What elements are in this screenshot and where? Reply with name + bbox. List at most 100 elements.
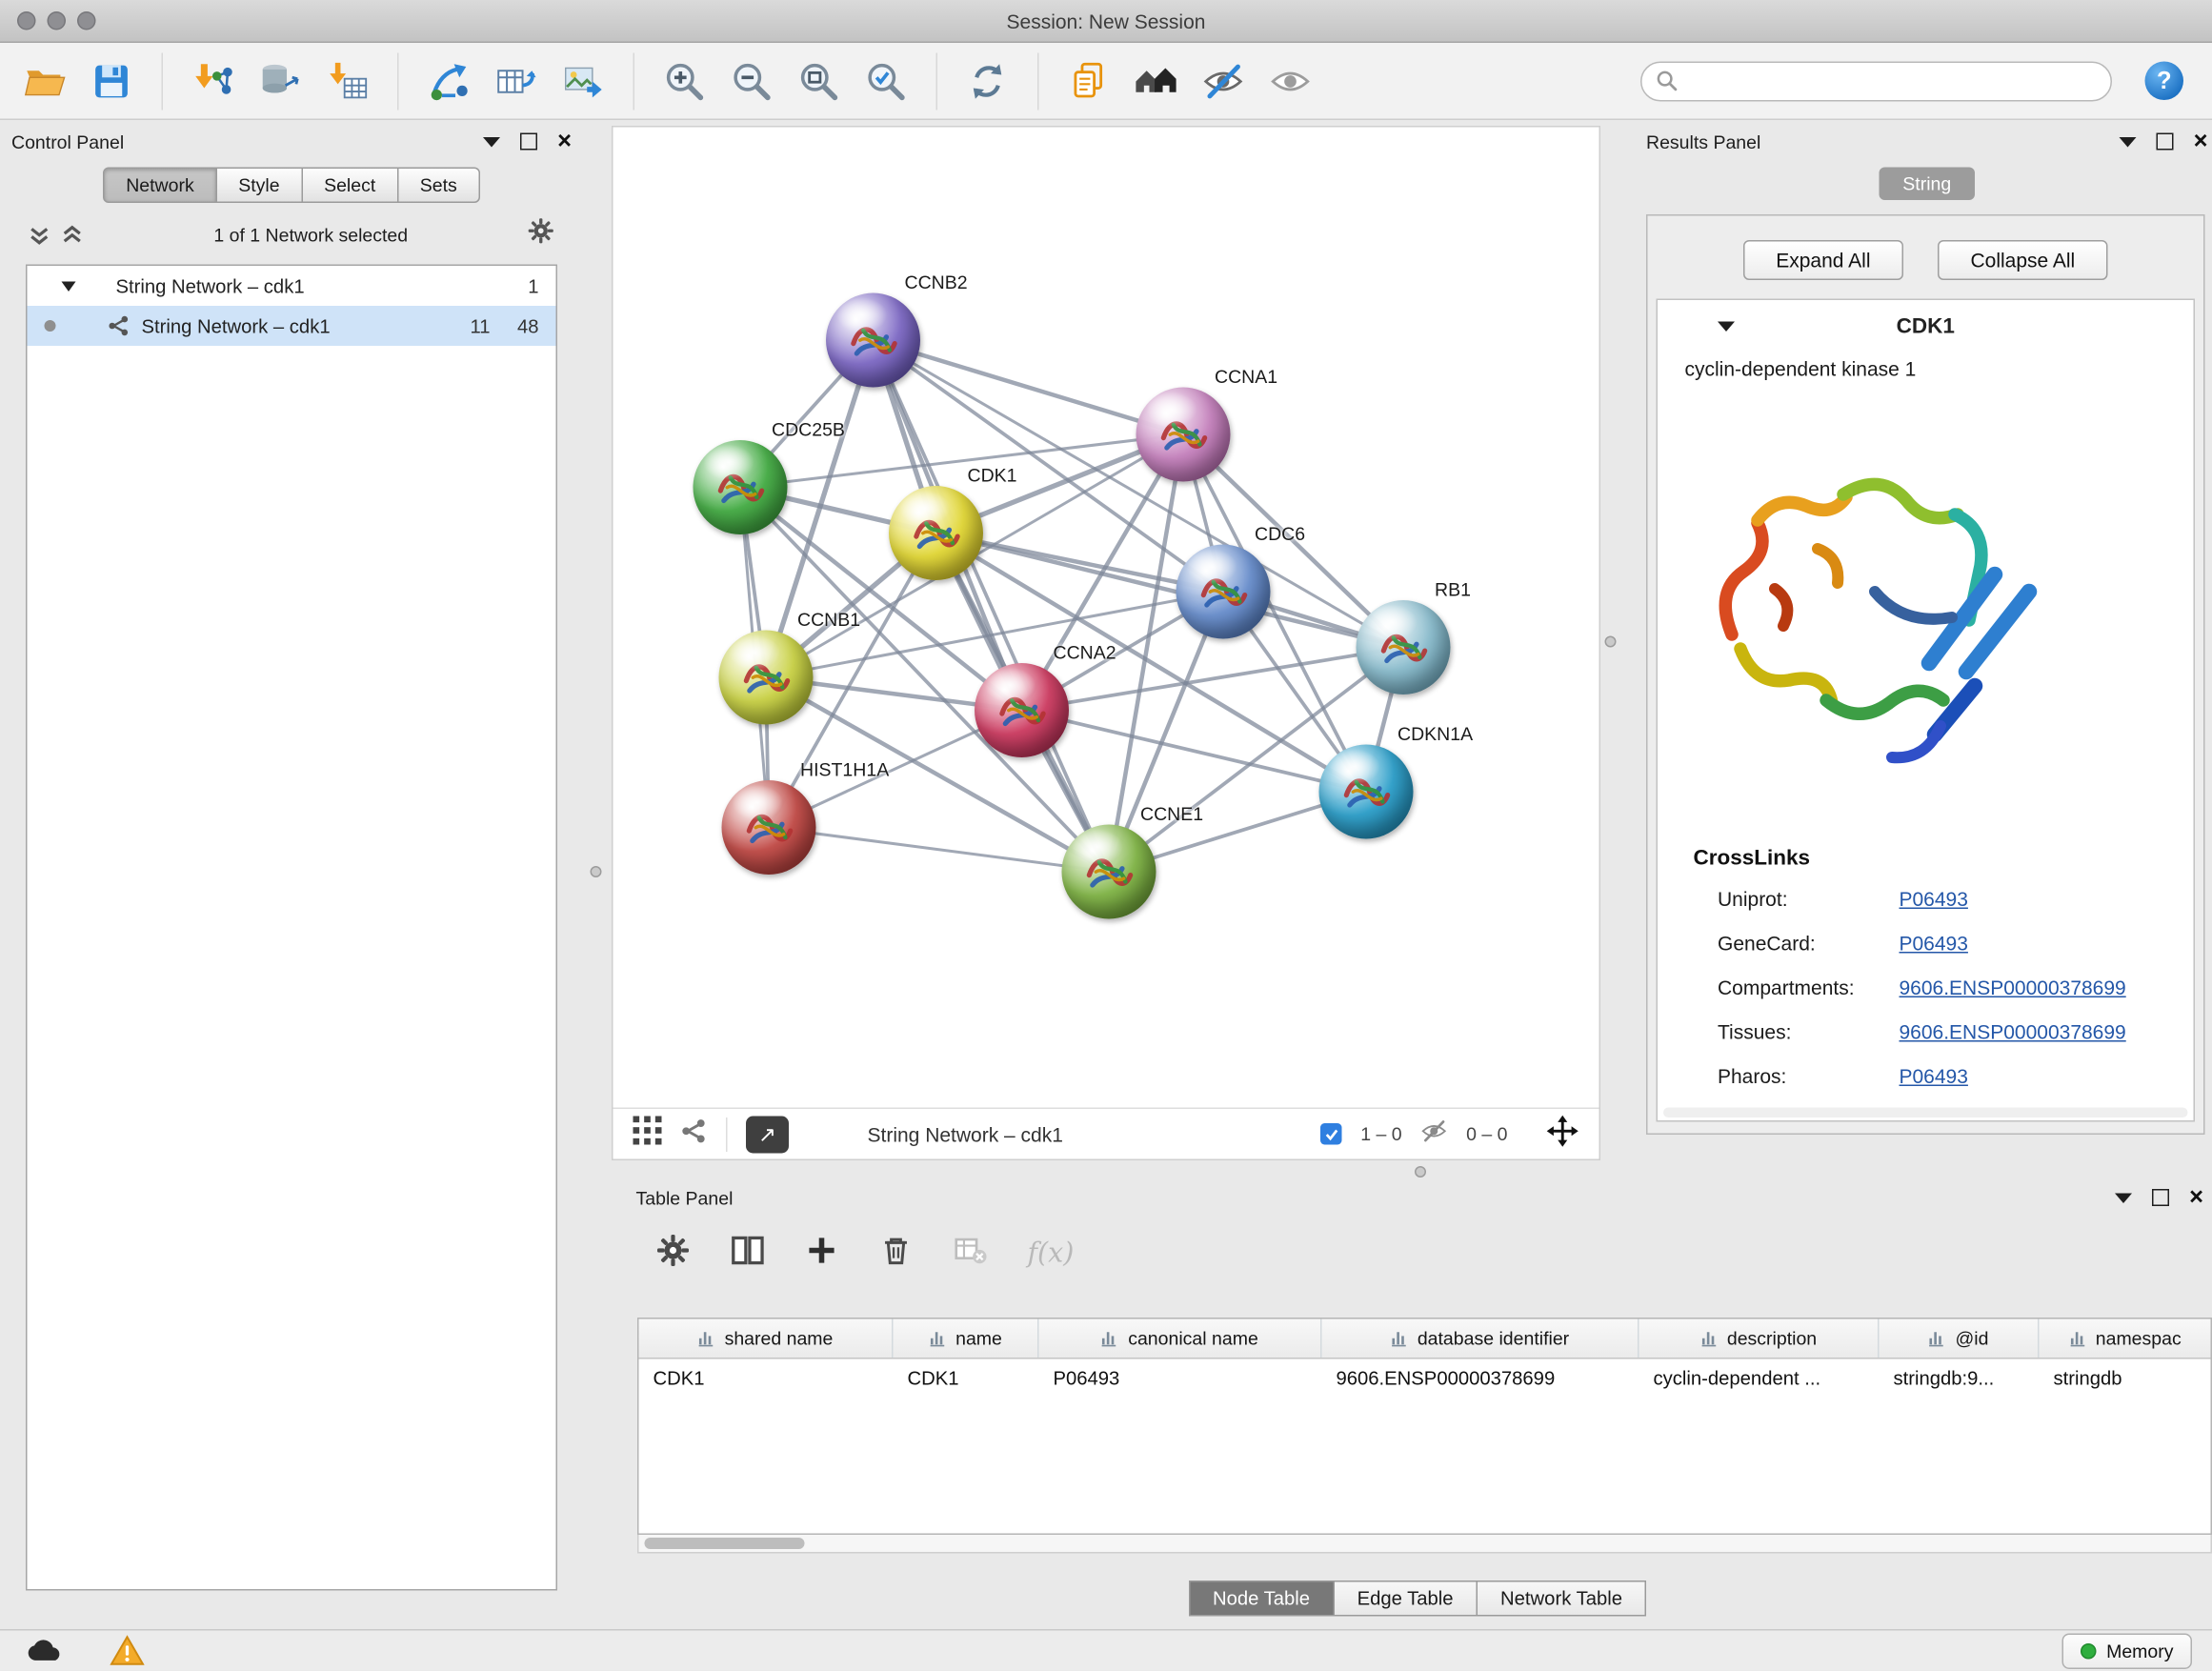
crosslink-value-link[interactable]: P06493 <box>1900 1064 1968 1087</box>
expand-all-button[interactable]: Expand All <box>1743 240 1903 280</box>
zoom-window-button[interactable] <box>77 11 96 30</box>
column-header-name[interactable]: name <box>894 1319 1039 1359</box>
splitter-handle[interactable] <box>1415 1166 1426 1178</box>
birds-eye-view-button[interactable] <box>633 1117 662 1153</box>
network-node-cdk1[interactable] <box>889 486 983 580</box>
splitter-handle[interactable] <box>1605 636 1617 648</box>
section-collapse-icon[interactable] <box>1718 321 1735 332</box>
tab-sets[interactable]: Sets <box>397 168 480 204</box>
tab-select[interactable]: Select <box>301 168 398 204</box>
refresh-button[interactable] <box>960 52 1015 110</box>
expand-all-button[interactable] <box>62 224 84 246</box>
help-button[interactable]: ? <box>2145 62 2184 101</box>
network-edge[interactable] <box>1022 711 1367 793</box>
network-edge[interactable] <box>936 534 1404 648</box>
cell-id[interactable]: stringdb:9... <box>1880 1359 2040 1399</box>
show-columns-button[interactable] <box>731 1233 765 1275</box>
panel-close-button[interactable]: × <box>2194 133 2208 151</box>
zoom-selected-button[interactable] <box>859 52 914 110</box>
cell-database-identifier[interactable]: 9606.ENSP00000378699 <box>1322 1359 1639 1399</box>
crosslink-value-link[interactable]: P06493 <box>1900 931 1968 954</box>
panel-menu-button[interactable] <box>2115 1193 2132 1203</box>
splitter-handle[interactable] <box>591 866 602 877</box>
new-table-button[interactable] <box>489 52 543 110</box>
zoom-in-button[interactable] <box>657 52 712 110</box>
warnings-button[interactable] <box>103 1634 151 1668</box>
cell-name[interactable]: CDK1 <box>894 1359 1039 1399</box>
column-header-namespace[interactable]: namespac <box>2040 1319 2211 1359</box>
save-session-button[interactable] <box>85 52 139 110</box>
table-options-button[interactable] <box>656 1233 691 1275</box>
panel-float-button[interactable] <box>520 133 537 151</box>
new-network-from-selection-button[interactable] <box>422 52 476 110</box>
minimize-window-button[interactable] <box>48 11 67 30</box>
scrollbar-thumb[interactable] <box>645 1538 805 1549</box>
tab-string[interactable]: String <box>1879 168 1976 201</box>
close-window-button[interactable] <box>17 11 36 30</box>
tab-node-table[interactable]: Node Table <box>1188 1580 1334 1617</box>
crosslink-value-link[interactable]: P06493 <box>1900 887 1968 910</box>
network-collection-row[interactable]: String Network – cdk1 1 <box>28 266 556 306</box>
column-header-database-identifier[interactable]: database identifier <box>1322 1319 1639 1359</box>
table-horizontal-scrollbar[interactable] <box>637 1535 2212 1554</box>
panel-menu-button[interactable] <box>2120 136 2137 147</box>
panel-close-button[interactable]: × <box>2189 1189 2203 1206</box>
column-header-id[interactable]: @id <box>1880 1319 2040 1359</box>
expand-triangle-icon[interactable] <box>62 281 76 292</box>
open-in-new-button[interactable]: ↗ <box>746 1116 789 1153</box>
delete-column-button[interactable] <box>879 1233 914 1275</box>
search-input[interactable] <box>1686 70 2097 92</box>
import-table-file-button[interactable] <box>320 52 374 110</box>
cell-shared-name[interactable]: CDK1 <box>639 1359 894 1399</box>
panel-float-button[interactable] <box>2152 1189 2169 1206</box>
network-node-ccnb1[interactable] <box>719 631 814 725</box>
network-node-ccnb2[interactable] <box>826 293 920 388</box>
network-options-button[interactable] <box>528 217 555 252</box>
network-row-selected[interactable]: String Network – cdk1 11 48 <box>28 306 556 346</box>
cell-description[interactable]: cyclin-dependent ... <box>1639 1359 1880 1399</box>
network-type-button[interactable] <box>680 1117 708 1151</box>
selected-checkbox[interactable] <box>1320 1123 1342 1145</box>
column-header-canonical-name[interactable]: canonical name <box>1039 1319 1322 1359</box>
panel-close-button[interactable]: × <box>557 133 572 151</box>
panel-float-button[interactable] <box>2157 133 2174 151</box>
collapse-all-button[interactable]: Collapse All <box>1938 240 2108 280</box>
hide-selected-button[interactable] <box>1196 52 1251 110</box>
network-node-hist1h1a[interactable] <box>722 780 816 875</box>
network-node-cdkn1a[interactable] <box>1319 745 1414 839</box>
zoom-fit-button[interactable] <box>792 52 846 110</box>
open-session-button[interactable] <box>17 52 71 110</box>
network-node-cdc25b[interactable] <box>694 440 788 534</box>
tab-network-table[interactable]: Network Table <box>1477 1580 1647 1617</box>
pan-mode-button[interactable] <box>1546 1114 1579 1154</box>
crosslink-value-link[interactable]: 9606.ENSP00000378699 <box>1900 1019 2126 1042</box>
memory-button[interactable]: Memory <box>2062 1633 2192 1669</box>
column-header-description[interactable]: description <box>1639 1319 1880 1359</box>
network-node-ccna2[interactable] <box>975 663 1069 757</box>
network-edge[interactable] <box>769 828 1109 873</box>
home-button[interactable] <box>1129 52 1183 110</box>
network-edge[interactable] <box>874 340 1110 872</box>
crosslink-value-link[interactable]: 9606.ENSP00000378699 <box>1900 976 2126 998</box>
tab-style[interactable]: Style <box>215 168 302 204</box>
add-column-button[interactable] <box>805 1233 839 1275</box>
zoom-out-button[interactable] <box>725 52 779 110</box>
tab-edge-table[interactable]: Edge Table <box>1333 1580 1478 1617</box>
table-row[interactable]: CDK1 CDK1 P06493 9606.ENSP00000378699 cy… <box>639 1359 2211 1399</box>
cloud-services-button[interactable] <box>20 1634 69 1668</box>
column-header-shared-name[interactable]: shared name <box>639 1319 894 1359</box>
panel-menu-button[interactable] <box>483 136 500 147</box>
tab-network[interactable]: Network <box>103 168 217 204</box>
cell-namespace[interactable]: stringdb <box>2040 1359 2137 1399</box>
network-edge[interactable] <box>874 340 1184 434</box>
horizontal-scrollbar[interactable] <box>1663 1108 2188 1118</box>
network-node-ccne1[interactable] <box>1062 825 1156 919</box>
show-all-button[interactable] <box>1263 52 1317 110</box>
import-network-database-button[interactable] <box>253 52 308 110</box>
copy-document-button[interactable] <box>1062 52 1116 110</box>
network-node-ccna1[interactable] <box>1136 388 1231 482</box>
export-image-button[interactable] <box>556 52 611 110</box>
import-network-file-button[interactable] <box>186 52 240 110</box>
network-node-rb1[interactable] <box>1357 600 1451 695</box>
network-node-cdc6[interactable] <box>1176 545 1271 639</box>
